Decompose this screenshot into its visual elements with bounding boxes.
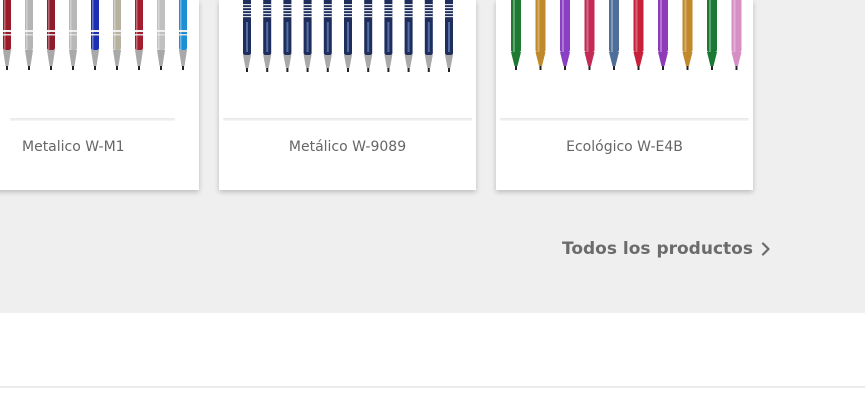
pen-icon xyxy=(243,0,251,72)
image-divider xyxy=(500,118,749,121)
pen-icon xyxy=(424,0,433,72)
product-name[interactable]: Ecológico W-E4B xyxy=(496,139,753,155)
featured-products-section: Metalico W-M1 Metálico W-9089 Ecológico … xyxy=(0,0,865,313)
product-name[interactable]: Metálico W-9089 xyxy=(219,139,476,155)
pen-icon xyxy=(323,0,332,72)
chevron-right-icon xyxy=(761,242,770,256)
all-products-link[interactable]: Todos los productos xyxy=(562,239,771,259)
product-card-metalico-w-m1[interactable]: Metalico W-M1 xyxy=(0,0,199,190)
product-image[interactable] xyxy=(219,0,476,118)
pen-icon xyxy=(179,0,187,70)
pen-icon xyxy=(682,0,693,70)
image-divider xyxy=(10,118,175,121)
pen-icon xyxy=(384,0,393,72)
pen-icon xyxy=(633,0,644,70)
pen-icon xyxy=(511,0,521,70)
pen-icon xyxy=(69,0,77,70)
pen-icon xyxy=(47,0,55,70)
product-image[interactable] xyxy=(0,0,199,118)
pen-icon xyxy=(560,0,570,70)
image-divider xyxy=(223,118,472,121)
pen-icon xyxy=(731,0,742,70)
pen-icon xyxy=(303,0,312,72)
pen-icon xyxy=(344,0,352,72)
pen-icon xyxy=(283,0,292,72)
footer-divider xyxy=(0,386,865,388)
pen-icon xyxy=(135,0,143,70)
pen-icon xyxy=(658,0,668,70)
pen-icon xyxy=(535,0,546,70)
pen-icon xyxy=(91,0,99,70)
product-card-ecologico-w-e4b[interactable]: Ecológico W-E4B xyxy=(496,0,753,190)
pen-icon xyxy=(404,0,413,72)
pen-icon xyxy=(113,0,121,70)
product-name[interactable]: Metalico W-M1 xyxy=(2,139,199,155)
pen-icon xyxy=(25,0,33,70)
pen-icon xyxy=(584,0,595,70)
product-card-metalico-w-9089[interactable]: Metálico W-9089 xyxy=(219,0,476,190)
pen-icon xyxy=(445,0,453,72)
pen-icon xyxy=(157,0,165,70)
pen-icon xyxy=(609,0,619,70)
pen-icon xyxy=(3,0,11,70)
pen-icon xyxy=(364,0,373,72)
pen-icon xyxy=(707,0,717,70)
product-image[interactable] xyxy=(496,0,753,118)
all-products-label: Todos los productos xyxy=(562,239,753,259)
pen-icon xyxy=(263,0,272,72)
